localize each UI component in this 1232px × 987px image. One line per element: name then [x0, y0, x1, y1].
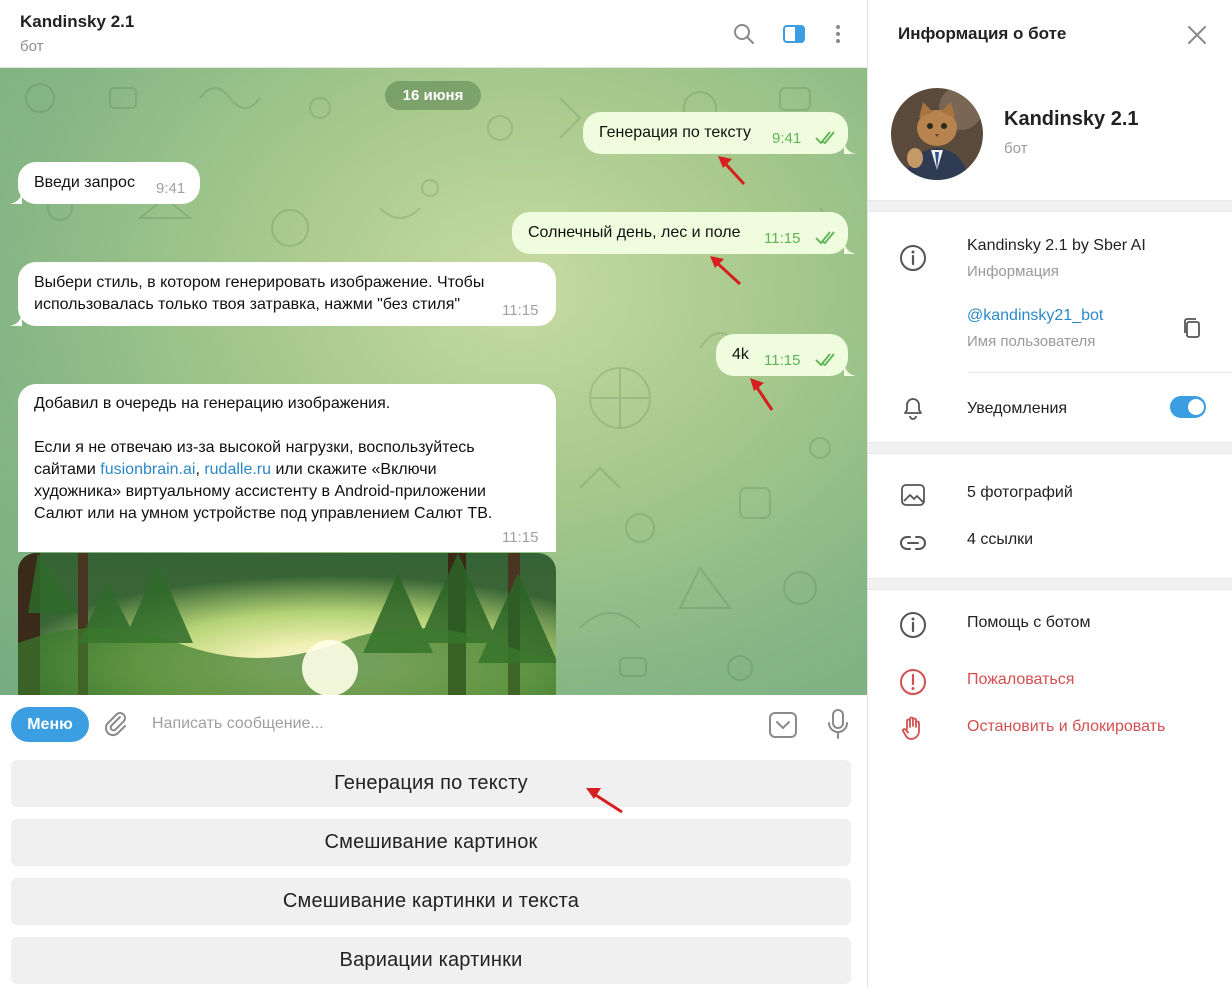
message-outgoing[interactable]: Генерация по тексту 9:41 [583, 112, 848, 154]
message-input[interactable] [140, 705, 740, 743]
cat-avatar-image [891, 88, 983, 180]
notifications-toggle[interactable] [1170, 396, 1206, 418]
message-time: 11:15 [502, 529, 539, 546]
photos-count[interactable]: 5 фотографий [967, 484, 1073, 502]
message-text-line: Салют или на умном устройстве под управл… [34, 505, 493, 522]
message-text: Введи запрос [34, 174, 135, 191]
message-time: 9:41 [156, 180, 186, 197]
annotation-arrow [710, 256, 742, 286]
report-icon [900, 669, 926, 695]
chat-header: Kandinsky 2.1 бот [0, 0, 867, 68]
link-icon [900, 536, 926, 550]
double-check-icon [815, 131, 835, 145]
message-text-fragment: сайтами [34, 461, 101, 478]
bot-info-panel: Информация о боте Kandinsky 2.1 бот Kand… [868, 0, 1232, 987]
close-icon[interactable] [1186, 24, 1208, 46]
annotation-arrow [718, 156, 746, 186]
bot-username[interactable]: @kandinsky21_bot [967, 307, 1103, 325]
info-icon [900, 245, 926, 271]
bot-avatar[interactable] [891, 88, 983, 180]
message-outgoing[interactable]: Солнечный день, лес и поле 11:15 [512, 212, 848, 254]
bubble-tail [844, 364, 856, 376]
message-text-line: Добавил в очередь на генерацию изображен… [34, 395, 391, 412]
section-separator [868, 578, 1232, 590]
stop-hand-icon [902, 716, 920, 740]
bot-keyboard-icon[interactable] [768, 710, 798, 740]
message-text-fragment: или скажите «Включи [271, 461, 437, 478]
message-composer: Меню [0, 695, 867, 755]
report-bot[interactable]: Пожаловаться [967, 671, 1074, 689]
message-incoming[interactable]: Добавил в очередь на генерацию изображен… [18, 384, 556, 552]
keyboard-button-image-text-mix[interactable]: Смешивание картинки и текста [11, 878, 851, 925]
message-text-line: сайтами fusionbrain.ai, rudalle.ru или с… [34, 459, 437, 481]
section-separator [868, 200, 1232, 212]
more-vertical-icon[interactable] [826, 22, 850, 46]
info-panel-title: Информация о боте [898, 24, 1067, 43]
chat-column: Kandinsky 2.1 бот 16 июня Генерация по т… [0, 0, 867, 987]
bot-description-label: Информация [967, 263, 1059, 280]
message-incoming[interactable]: Введи запрос 9:41 [18, 162, 200, 204]
keyboard-button-text-generation[interactable]: Генерация по тексту [11, 760, 851, 807]
message-text-fragment: , [195, 461, 205, 478]
links-count[interactable]: 4 ссылки [967, 531, 1033, 549]
chat-subtitle: бот [20, 38, 44, 55]
help-info-icon [900, 612, 926, 638]
annotation-arrow [750, 378, 774, 411]
message-text-line: Если я не отвечаю из-за высокой нагрузки… [34, 439, 475, 456]
search-icon[interactable] [732, 22, 756, 46]
photo-icon [901, 484, 925, 506]
bot-name: Kandinsky 2.1 [1004, 108, 1139, 130]
message-time: 9:41 [772, 130, 802, 147]
bubble-tail [10, 314, 22, 326]
date-separator: 16 июня [385, 81, 481, 110]
message-text: Генерация по тексту [599, 124, 751, 141]
microphone-icon[interactable] [826, 708, 850, 740]
message-time: 11:15 [764, 352, 801, 369]
double-check-icon [815, 231, 835, 245]
notifications-label: Уведомления [967, 400, 1068, 417]
double-check-icon [815, 353, 835, 367]
toggle-knob [1188, 399, 1204, 415]
bell-icon [904, 398, 922, 420]
message-text: 4k [732, 346, 749, 363]
generated-image[interactable] [18, 553, 556, 695]
message-text-line: художника» виртуальному ассистенту в And… [34, 483, 486, 500]
fusionbrain-link[interactable]: fusionbrain.ai [100, 461, 195, 478]
message-time: 11:15 [764, 230, 801, 247]
section-separator [868, 442, 1232, 454]
message-time: 11:15 [502, 302, 539, 319]
annotation-arrow [586, 788, 623, 814]
sidebar-toggle-icon[interactable] [782, 22, 806, 46]
forest-image [18, 553, 556, 695]
bubble-tail [10, 192, 22, 204]
rudalle-link[interactable]: rudalle.ru [204, 461, 271, 478]
message-incoming[interactable]: Выбери стиль, в котором генерировать изо… [18, 262, 556, 326]
message-text-line: Выбери стиль, в котором генерировать изо… [34, 274, 485, 291]
keyboard-button-image-mix[interactable]: Смешивание картинок [11, 819, 851, 866]
help-with-bot[interactable]: Помощь с ботом [967, 614, 1090, 632]
keyboard-button-image-variations[interactable]: Вариации картинки [11, 937, 851, 984]
message-text: Солнечный день, лес и поле [528, 224, 741, 241]
message-outgoing[interactable]: 4k 11:15 [716, 334, 848, 376]
row-divider [967, 372, 1232, 373]
bubble-tail [844, 142, 856, 154]
chat-title[interactable]: Kandinsky 2.1 [20, 12, 134, 32]
message-list[interactable]: 16 июня Генерация по тексту 9:41 Введи з… [0, 68, 867, 695]
bubble-tail [844, 242, 856, 254]
message-text-line: использовалась только твоя затравка, наж… [34, 296, 461, 313]
bot-description[interactable]: Kandinsky 2.1 by Sber AI [967, 237, 1146, 255]
menu-button[interactable]: Меню [11, 707, 89, 742]
paperclip-icon[interactable] [102, 711, 130, 739]
bot-type-label: бот [1004, 140, 1028, 157]
stop-and-block-bot[interactable]: Остановить и блокировать [967, 718, 1165, 736]
copy-icon[interactable] [1180, 316, 1204, 340]
bot-username-label: Имя пользователя [967, 333, 1096, 350]
